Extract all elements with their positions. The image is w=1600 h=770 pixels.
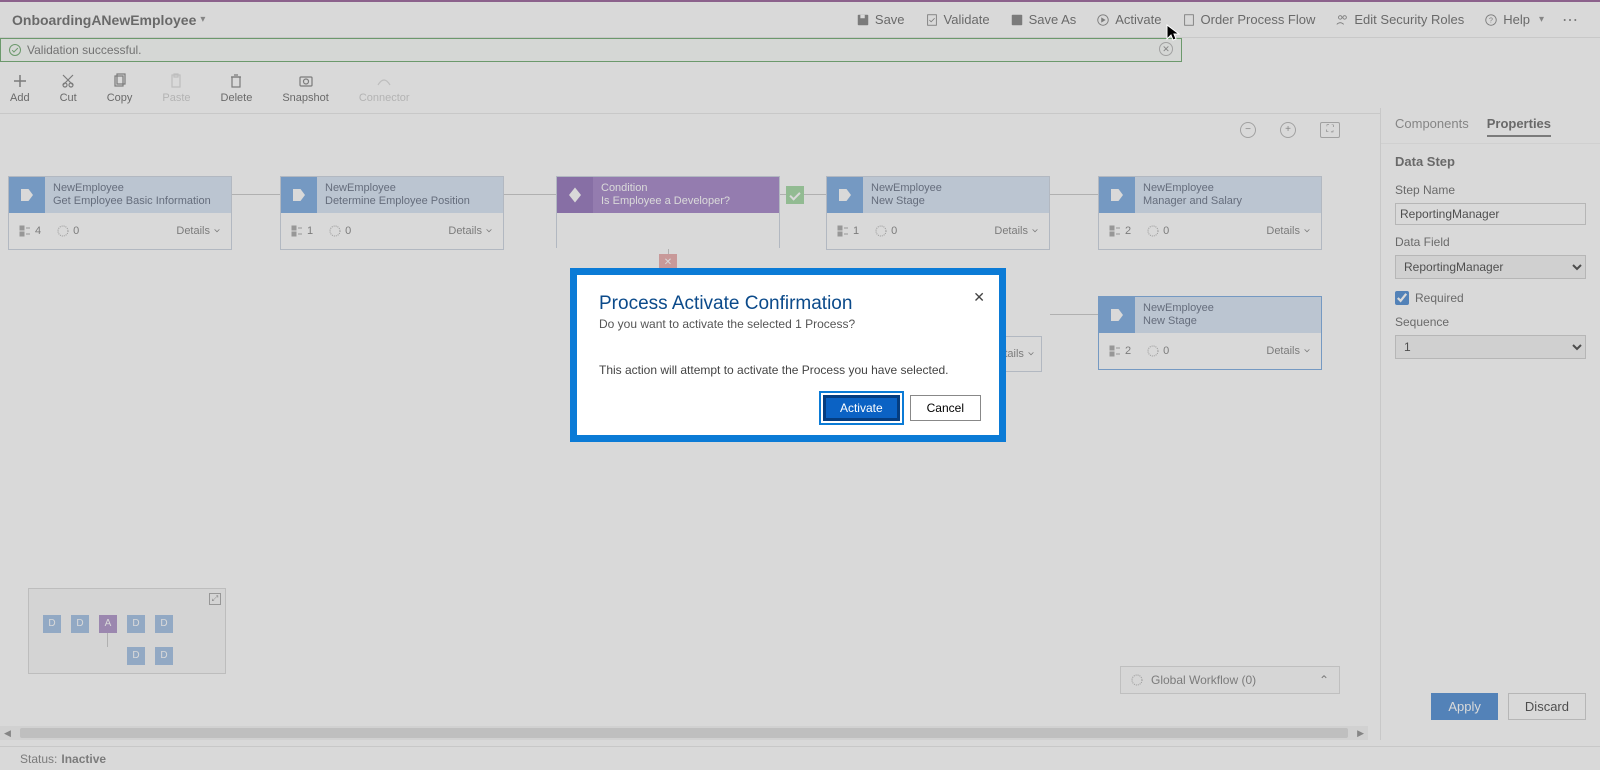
modal-body: This action will attempt to activate the… bbox=[577, 337, 999, 395]
modal-title: Process Activate Confirmation bbox=[599, 293, 977, 315]
modal-activate-button[interactable]: Activate bbox=[823, 395, 900, 421]
activate-confirmation-dialog: Process Activate Confirmation Do you wan… bbox=[570, 268, 1006, 442]
close-icon[interactable]: ✕ bbox=[973, 289, 985, 306]
modal-cancel-button[interactable]: Cancel bbox=[910, 395, 981, 421]
modal-subtitle: Do you want to activate the selected 1 P… bbox=[599, 317, 977, 331]
